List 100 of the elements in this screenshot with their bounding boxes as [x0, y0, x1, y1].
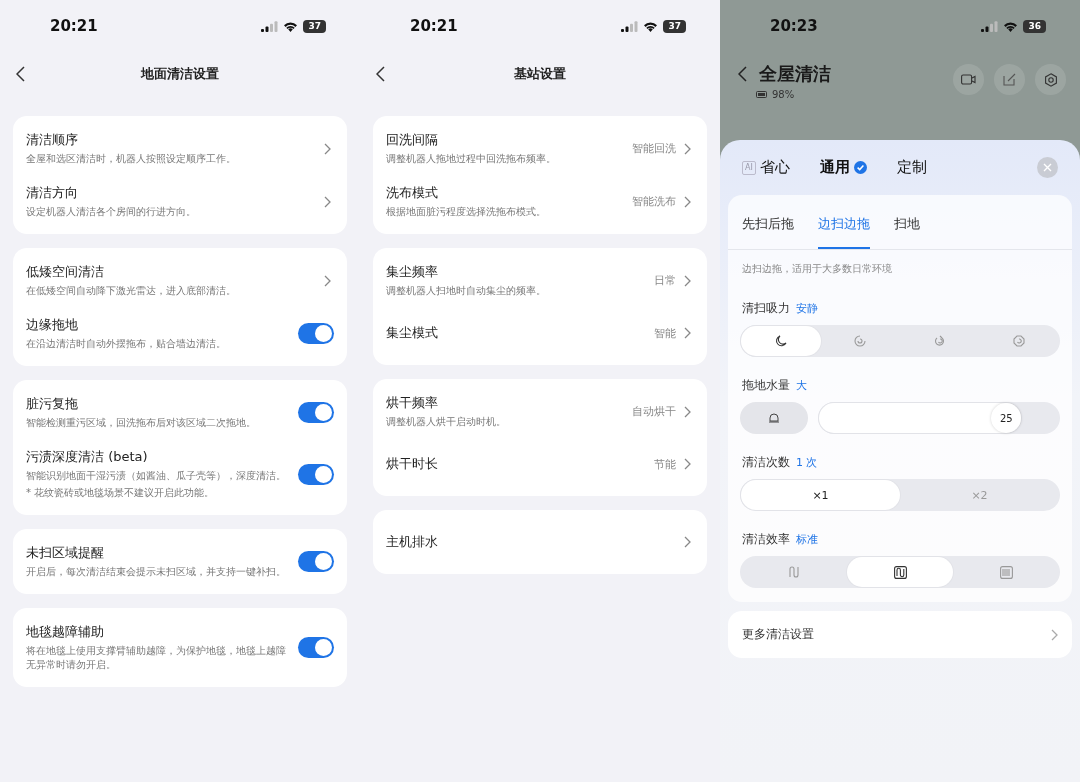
setting-description: 全屋和选区清洁时，机器人按照设定顺序工作。: [26, 152, 237, 166]
wifi-icon: [643, 20, 659, 32]
setting-description: 在低矮空间自动降下激光雷达，进入底部清洁。: [26, 284, 237, 298]
battery-indicator: 37: [663, 19, 686, 33]
mode-description: 边扫边拖，适用于大多数日常环境: [741, 262, 893, 276]
mode-subtab[interactable]: 先扫后拖: [742, 195, 794, 249]
setting-description: 开启后，每次清洁结束会提示未扫区域，并支持一键补扫。: [26, 565, 287, 579]
map-edit-button[interactable]: [994, 64, 1025, 95]
more-settings-row[interactable]: 更多清洁设置: [728, 611, 1072, 658]
path-pattern-icon: [999, 565, 1013, 579]
toggle-switch[interactable]: [298, 463, 334, 485]
setting-description: 智能检测重污区域，回洗拖布后对该区域二次拖地。: [26, 416, 257, 430]
setting-label: 清洁次数: [742, 454, 790, 471]
ai-badge: AI: [742, 160, 756, 175]
setting-title: 边缘拖地: [26, 316, 79, 334]
battery-indicator: 37: [303, 19, 326, 33]
setting-title: 烘干频率: [386, 394, 439, 412]
mode-tab[interactable]: 定制: [896, 158, 927, 177]
auto-button[interactable]: [740, 402, 808, 434]
setting-label: 清扫吸力: [742, 300, 790, 317]
setting-description: 调整机器人烘干启动时机。: [386, 415, 507, 429]
setting-description: 智能识别地面干湿污渍（如酱油、瓜子壳等），深度清洁。: [26, 469, 287, 483]
setting-value: 智能回洗: [632, 141, 676, 156]
chevron-right-icon: [684, 195, 691, 208]
setting-note: * 花纹瓷砖或地毯场景不建议开启此功能。: [26, 486, 216, 500]
page-title: 全屋清洁: [759, 62, 831, 86]
setting-value: 自动烘干: [632, 404, 676, 419]
setting-description: 调整机器人扫地时自动集尘的频率。: [386, 284, 547, 298]
settings-button[interactable]: [1035, 64, 1066, 95]
setting-value: 安静: [796, 301, 818, 316]
setting-title: 污渍深度清洁 (beta): [26, 448, 149, 466]
setting-value: 日常: [654, 273, 676, 288]
chevron-right-icon: [684, 405, 691, 418]
setting-title: 烘干时长: [386, 455, 439, 473]
setting-value: 智能洗布: [632, 194, 676, 209]
robot-battery: 98%: [772, 89, 795, 100]
segment-option[interactable]: ×1: [741, 480, 900, 510]
setting-title: 洗布模式: [386, 184, 439, 202]
toggle-switch[interactable]: [298, 551, 334, 572]
map-edit-icon: [1003, 73, 1016, 86]
setting-description: 调整机器人拖地过程中回洗拖布频率。: [386, 152, 557, 166]
close-icon: [1043, 163, 1052, 172]
status-time: 20:23: [770, 17, 818, 35]
mode-subtab[interactable]: 边扫边拖: [818, 195, 870, 249]
page-title: 基站设置: [514, 65, 566, 83]
camera-button[interactable]: [953, 64, 984, 95]
setting-title: 集尘频率: [386, 263, 439, 281]
mode-subtab[interactable]: 扫地: [894, 195, 920, 249]
chevron-right-icon: [684, 458, 691, 470]
toggle-switch[interactable]: [298, 637, 334, 658]
chevron-right-icon: [324, 195, 331, 208]
signal-icon: [621, 20, 639, 32]
setting-label: 清洁效率: [742, 531, 790, 548]
slider-thumb[interactable]: 25: [991, 403, 1022, 433]
setting-description: 在沿边清洁时自动外摆拖布，贴合墙边清洁。: [26, 337, 227, 351]
wifi-icon: [283, 20, 299, 32]
setting-label: 拖地水量: [742, 377, 790, 394]
bell-icon: [768, 412, 780, 424]
mode-tab[interactable]: 省心: [759, 158, 790, 177]
signal-icon: [261, 20, 279, 32]
setting-title: 地毯越障辅助: [26, 623, 105, 641]
more-settings-label: 更多清洁设置: [742, 626, 814, 643]
setting-title: 清洁顺序: [26, 131, 79, 149]
toggle-switch[interactable]: [298, 402, 334, 423]
setting-title: 未扫区域提醒: [26, 544, 105, 562]
setting-value: 1 次: [796, 455, 818, 470]
chevron-right-icon: [684, 142, 691, 155]
signal-icon: [981, 20, 999, 32]
chevron-right-icon: [324, 274, 331, 287]
setting-title: 集尘模式: [386, 324, 439, 342]
chevron-right-icon: [684, 274, 691, 287]
moon-icon: [774, 335, 787, 347]
status-time: 20:21: [50, 17, 98, 35]
wifi-icon: [1003, 20, 1019, 32]
chevron-right-icon: [1051, 628, 1058, 641]
setting-value: 节能: [654, 456, 676, 472]
path-pattern-icon: [789, 566, 799, 578]
check-circle-icon: [853, 161, 867, 174]
setting-description: 将在地毯上使用支撑臂辅助越障，为保护地毯，地毯上越障无异常时请勿开启。: [26, 644, 287, 672]
chevron-right-icon: [684, 536, 691, 548]
setting-title: 脏污复拖: [26, 395, 79, 413]
battery-indicator: 36: [1023, 19, 1046, 33]
setting-title: 清洁方向: [26, 184, 79, 202]
back-icon: [15, 66, 25, 82]
back-icon: [375, 66, 385, 82]
page-title: 地面清洁设置: [141, 65, 219, 83]
setting-value: 标准: [796, 532, 818, 547]
segment-option[interactable]: [847, 557, 953, 587]
mode-tab[interactable]: 通用: [819, 158, 867, 177]
swirl-icon: [933, 335, 946, 347]
toggle-switch[interactable]: [298, 323, 334, 344]
battery-icon: [756, 91, 768, 98]
status-time: 20:21: [410, 17, 458, 35]
setting-title: 低矮空间清洁: [26, 263, 105, 281]
setting-value: 智能: [654, 325, 676, 341]
path-pattern-icon: [893, 565, 907, 579]
setting-description: 根据地面脏污程度选择洗拖布模式。: [386, 205, 547, 219]
chevron-right-icon: [684, 327, 691, 339]
swirl-icon: [854, 335, 867, 347]
video-camera-icon: [961, 74, 976, 85]
